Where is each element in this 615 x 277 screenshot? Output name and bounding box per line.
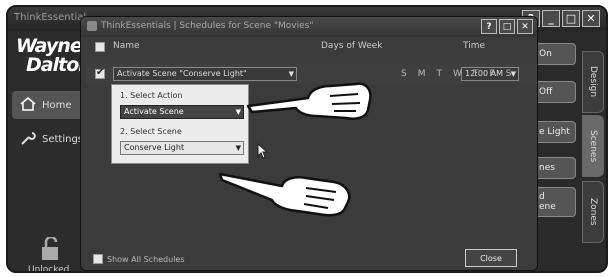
lock-status-label: Unlocked — [28, 265, 70, 273]
unlocked-padlock-icon[interactable] — [36, 235, 66, 265]
scene-button-label: Off — [539, 87, 553, 97]
day-friday[interactable]: F — [489, 69, 494, 79]
schedule-row-checkbox[interactable] — [95, 67, 105, 79]
main-window-title: ThinkEssential — [14, 12, 87, 23]
chevron-down-icon: ▼ — [510, 70, 516, 78]
schedules-dialog: ThinkEssentials | Schedules for Scene "M… — [80, 16, 538, 271]
scene-button-label: d — [539, 192, 545, 202]
hand-pointer-icon — [246, 82, 372, 120]
day-thursday[interactable]: T — [473, 69, 479, 79]
dialog-controls: ? □ ✕ — [481, 19, 533, 34]
scene-button-label: ene — [539, 202, 556, 212]
day-saturday[interactable]: S — [506, 69, 512, 79]
show-all-checkbox[interactable] — [93, 254, 103, 264]
dialog-titlebar: ThinkEssentials | Schedules for Scene "M… — [81, 17, 537, 37]
scene-button-light[interactable]: e Light — [532, 121, 576, 143]
select-action-label: 1. Select Action — [120, 91, 183, 100]
help-icon[interactable]: ? — [481, 19, 497, 34]
column-days: Days of Week — [321, 41, 383, 51]
days-of-week: S M T W T F S — [401, 69, 511, 79]
right-tabs: Design Scenes Zones — [580, 31, 606, 271]
scene-button-label: nes — [539, 163, 555, 173]
wrench-icon — [20, 131, 36, 148]
scene-button-label: e Light — [539, 127, 570, 137]
day-sunday[interactable]: S — [401, 69, 407, 79]
maximize-icon[interactable]: □ — [562, 10, 580, 27]
minimize-icon[interactable]: _ — [542, 10, 560, 27]
action-popup: 1. Select Action Activate Scene ▼ 2. Sel… — [111, 84, 249, 164]
scene-button-label: On — [539, 49, 552, 59]
chevron-down-icon: ▼ — [235, 144, 241, 152]
close-icon[interactable]: ✕ — [582, 10, 600, 27]
home-icon — [20, 96, 36, 114]
day-wednesday[interactable]: W — [453, 69, 462, 79]
close-icon[interactable]: ✕ — [517, 19, 533, 34]
dialog-app-icon — [87, 21, 97, 31]
column-time: Time — [463, 41, 486, 51]
select-scene-label: 2. Select Scene — [120, 127, 182, 136]
column-name: Name — [113, 41, 140, 51]
select-all-checkbox[interactable] — [95, 42, 105, 52]
chevron-down-icon: ▼ — [235, 108, 241, 116]
mouse-cursor-icon — [257, 143, 269, 159]
show-all-label: Show All Schedules — [107, 255, 185, 264]
select-scene-value: Conserve Light — [124, 143, 185, 152]
tab-zones[interactable]: Zones — [582, 181, 604, 243]
maximize-icon[interactable]: □ — [499, 19, 515, 34]
tab-scenes[interactable]: Scenes — [582, 115, 604, 177]
select-action-value: Activate Scene — [124, 107, 184, 116]
schedule-action-value: Activate Scene "Conserve Light" — [117, 69, 247, 78]
scene-button-scene[interactable]: d ene — [532, 187, 576, 217]
dialog-title: ThinkEssentials | Schedules for Scene "M… — [101, 21, 314, 31]
day-tuesday[interactable]: T — [436, 69, 442, 79]
hand-pointer-icon — [218, 172, 351, 217]
close-button[interactable]: Close — [465, 249, 517, 267]
select-action-dropdown[interactable]: Activate Scene ▼ — [120, 105, 244, 119]
scene-button-scenes[interactable]: nes — [532, 157, 576, 179]
nav-settings-label: Settings — [42, 133, 84, 145]
tab-design[interactable]: Design — [582, 51, 604, 113]
scene-button-off[interactable]: Off — [532, 81, 576, 103]
select-scene-dropdown[interactable]: Conserve Light ▼ — [120, 141, 244, 155]
scene-button-on[interactable]: On — [532, 43, 576, 65]
day-monday[interactable]: M — [418, 69, 426, 79]
nav-home-label: Home — [42, 99, 72, 111]
